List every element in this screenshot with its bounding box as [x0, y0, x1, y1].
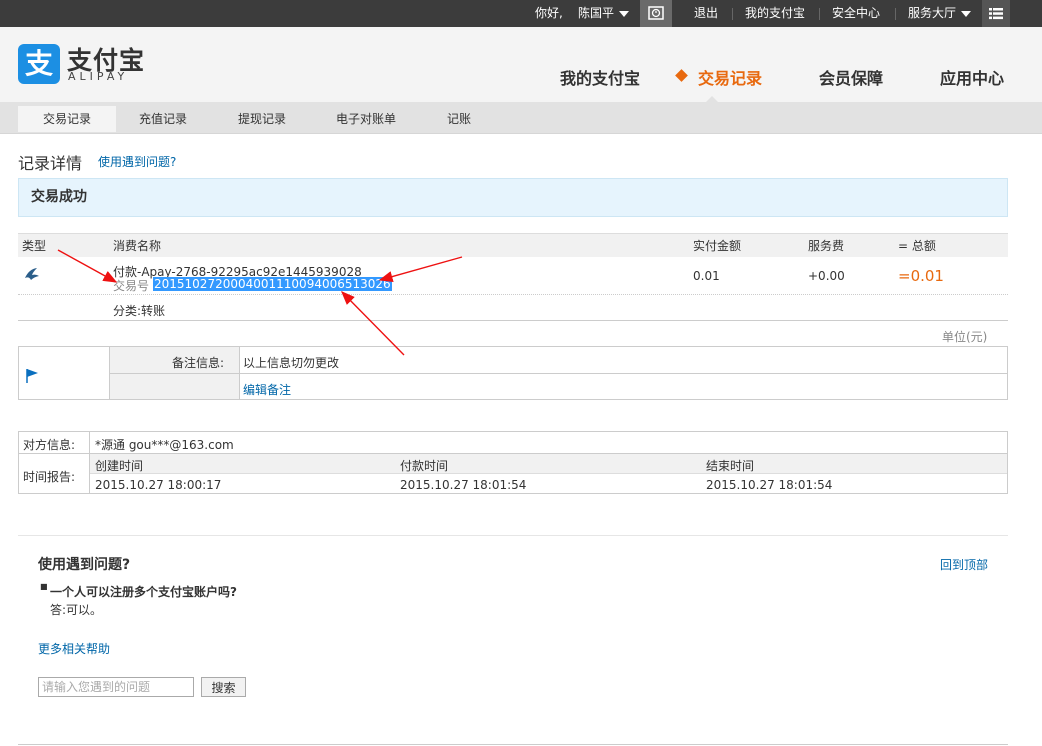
party-value: *源通 gou***@163.com	[95, 438, 234, 452]
user-name: 陈国平	[578, 6, 615, 20]
more-help-link[interactable]: 更多相关帮助	[38, 640, 110, 657]
amount-value: 0.01	[693, 269, 720, 283]
active-diamond-icon	[675, 69, 688, 82]
faq-question[interactable]: 一个人可以注册多个支付宝账户吗?	[50, 583, 237, 600]
greeting: 你好,	[535, 6, 563, 20]
time-header-bar	[90, 454, 1007, 474]
table-header	[18, 233, 1008, 257]
divider	[18, 744, 1008, 745]
alipay-logo-icon[interactable]: 支	[18, 44, 60, 84]
total-value: =0.01	[898, 267, 944, 285]
divider	[18, 535, 1008, 536]
help-title: 使用遇到问题?	[38, 557, 131, 573]
edit-remark-link[interactable]: 编辑备注	[243, 381, 291, 398]
party-label: 对方信息:	[23, 438, 76, 452]
faq-answer: 答:可以。	[50, 603, 103, 617]
col-type: 类型	[22, 239, 47, 253]
separator	[819, 8, 820, 20]
status-banner: 交易成功	[18, 178, 1008, 217]
chevron-down-icon	[619, 10, 630, 17]
end-time-value: 2015.10.27 18:01:54	[706, 478, 833, 492]
page-title: 记录详情	[18, 154, 83, 173]
col-fee: 服务费	[808, 239, 845, 253]
tab-bookkeeping[interactable]: 记账	[447, 106, 471, 132]
service-hall-label: 服务大厅	[908, 6, 957, 20]
alarm-clock-button[interactable]	[640, 0, 672, 27]
table-row	[18, 295, 1008, 321]
trade-no[interactable]: 2015102720004001110094006513026	[153, 277, 392, 291]
nav-my-alipay[interactable]: 我的支付宝	[560, 65, 640, 89]
service-hall-menu[interactable]: 服务大厅	[908, 0, 972, 27]
user-menu[interactable]: 陈国平	[578, 0, 630, 27]
created-time-label: 创建时间	[95, 459, 144, 473]
bullet-icon: ■	[40, 582, 48, 591]
top-bar: 你好, 陈国平 退出 我的支付宝 安全中心 服务大厅	[0, 0, 1042, 27]
end-time-label: 结束时间	[706, 459, 755, 473]
nav-transactions[interactable]: 交易记录	[698, 65, 762, 89]
unit-label: 单位(元)	[942, 330, 988, 344]
remark-box	[18, 346, 1008, 400]
list-icon	[989, 8, 1003, 20]
search-button[interactable]: 搜索	[201, 677, 246, 697]
remark-value: 以上信息切勿更改	[243, 356, 340, 370]
alarm-clock-icon	[648, 6, 664, 20]
separator	[732, 8, 733, 20]
transfer-bird-icon	[25, 268, 39, 280]
paid-time-value: 2015.10.27 18:01:54	[400, 478, 527, 492]
created-time-value: 2015.10.27 18:00:17	[95, 478, 222, 492]
tab-e-statement[interactable]: 电子对账单	[336, 106, 396, 132]
security-center-link[interactable]: 安全中心	[832, 0, 880, 27]
back-to-top-link[interactable]: 回到顶部	[940, 556, 988, 573]
fee-value: +0.00	[808, 269, 845, 283]
flag-icon	[26, 369, 38, 383]
category: 分类:转账	[113, 304, 166, 318]
time-label: 时间报告:	[23, 470, 76, 484]
separator	[895, 8, 896, 20]
my-alipay-link[interactable]: 我的支付宝	[745, 0, 805, 27]
remark-label: 备注信息:	[172, 356, 225, 370]
nav-app-center[interactable]: 应用中心	[940, 65, 1004, 89]
divider	[110, 373, 1007, 374]
tab-transaction-records[interactable]: 交易记录	[18, 106, 116, 132]
nav-member-protection[interactable]: 会员保障	[819, 65, 883, 89]
col-total: = 总额	[898, 239, 936, 253]
tab-withdraw-records[interactable]: 提现记录	[238, 106, 286, 132]
trade-no-label: 交易号	[113, 279, 150, 293]
col-name: 消费名称	[113, 239, 162, 253]
logo-subtext: ALIPAY	[68, 70, 129, 83]
menu-list-button[interactable]	[982, 0, 1010, 27]
header: 支 支付宝 ALIPAY 我的支付宝 交易记录 会员保障 应用中心	[0, 27, 1042, 102]
col-amount: 实付金额	[693, 239, 742, 253]
paid-time-label: 付款时间	[400, 459, 449, 473]
tab-recharge-records[interactable]: 充值记录	[139, 106, 187, 132]
logout-link[interactable]: 退出	[694, 0, 718, 27]
chevron-down-icon	[961, 10, 972, 17]
help-search-input[interactable]	[38, 677, 194, 697]
active-caret-icon	[706, 96, 718, 102]
help-link[interactable]: 使用遇到问题?	[98, 153, 176, 170]
